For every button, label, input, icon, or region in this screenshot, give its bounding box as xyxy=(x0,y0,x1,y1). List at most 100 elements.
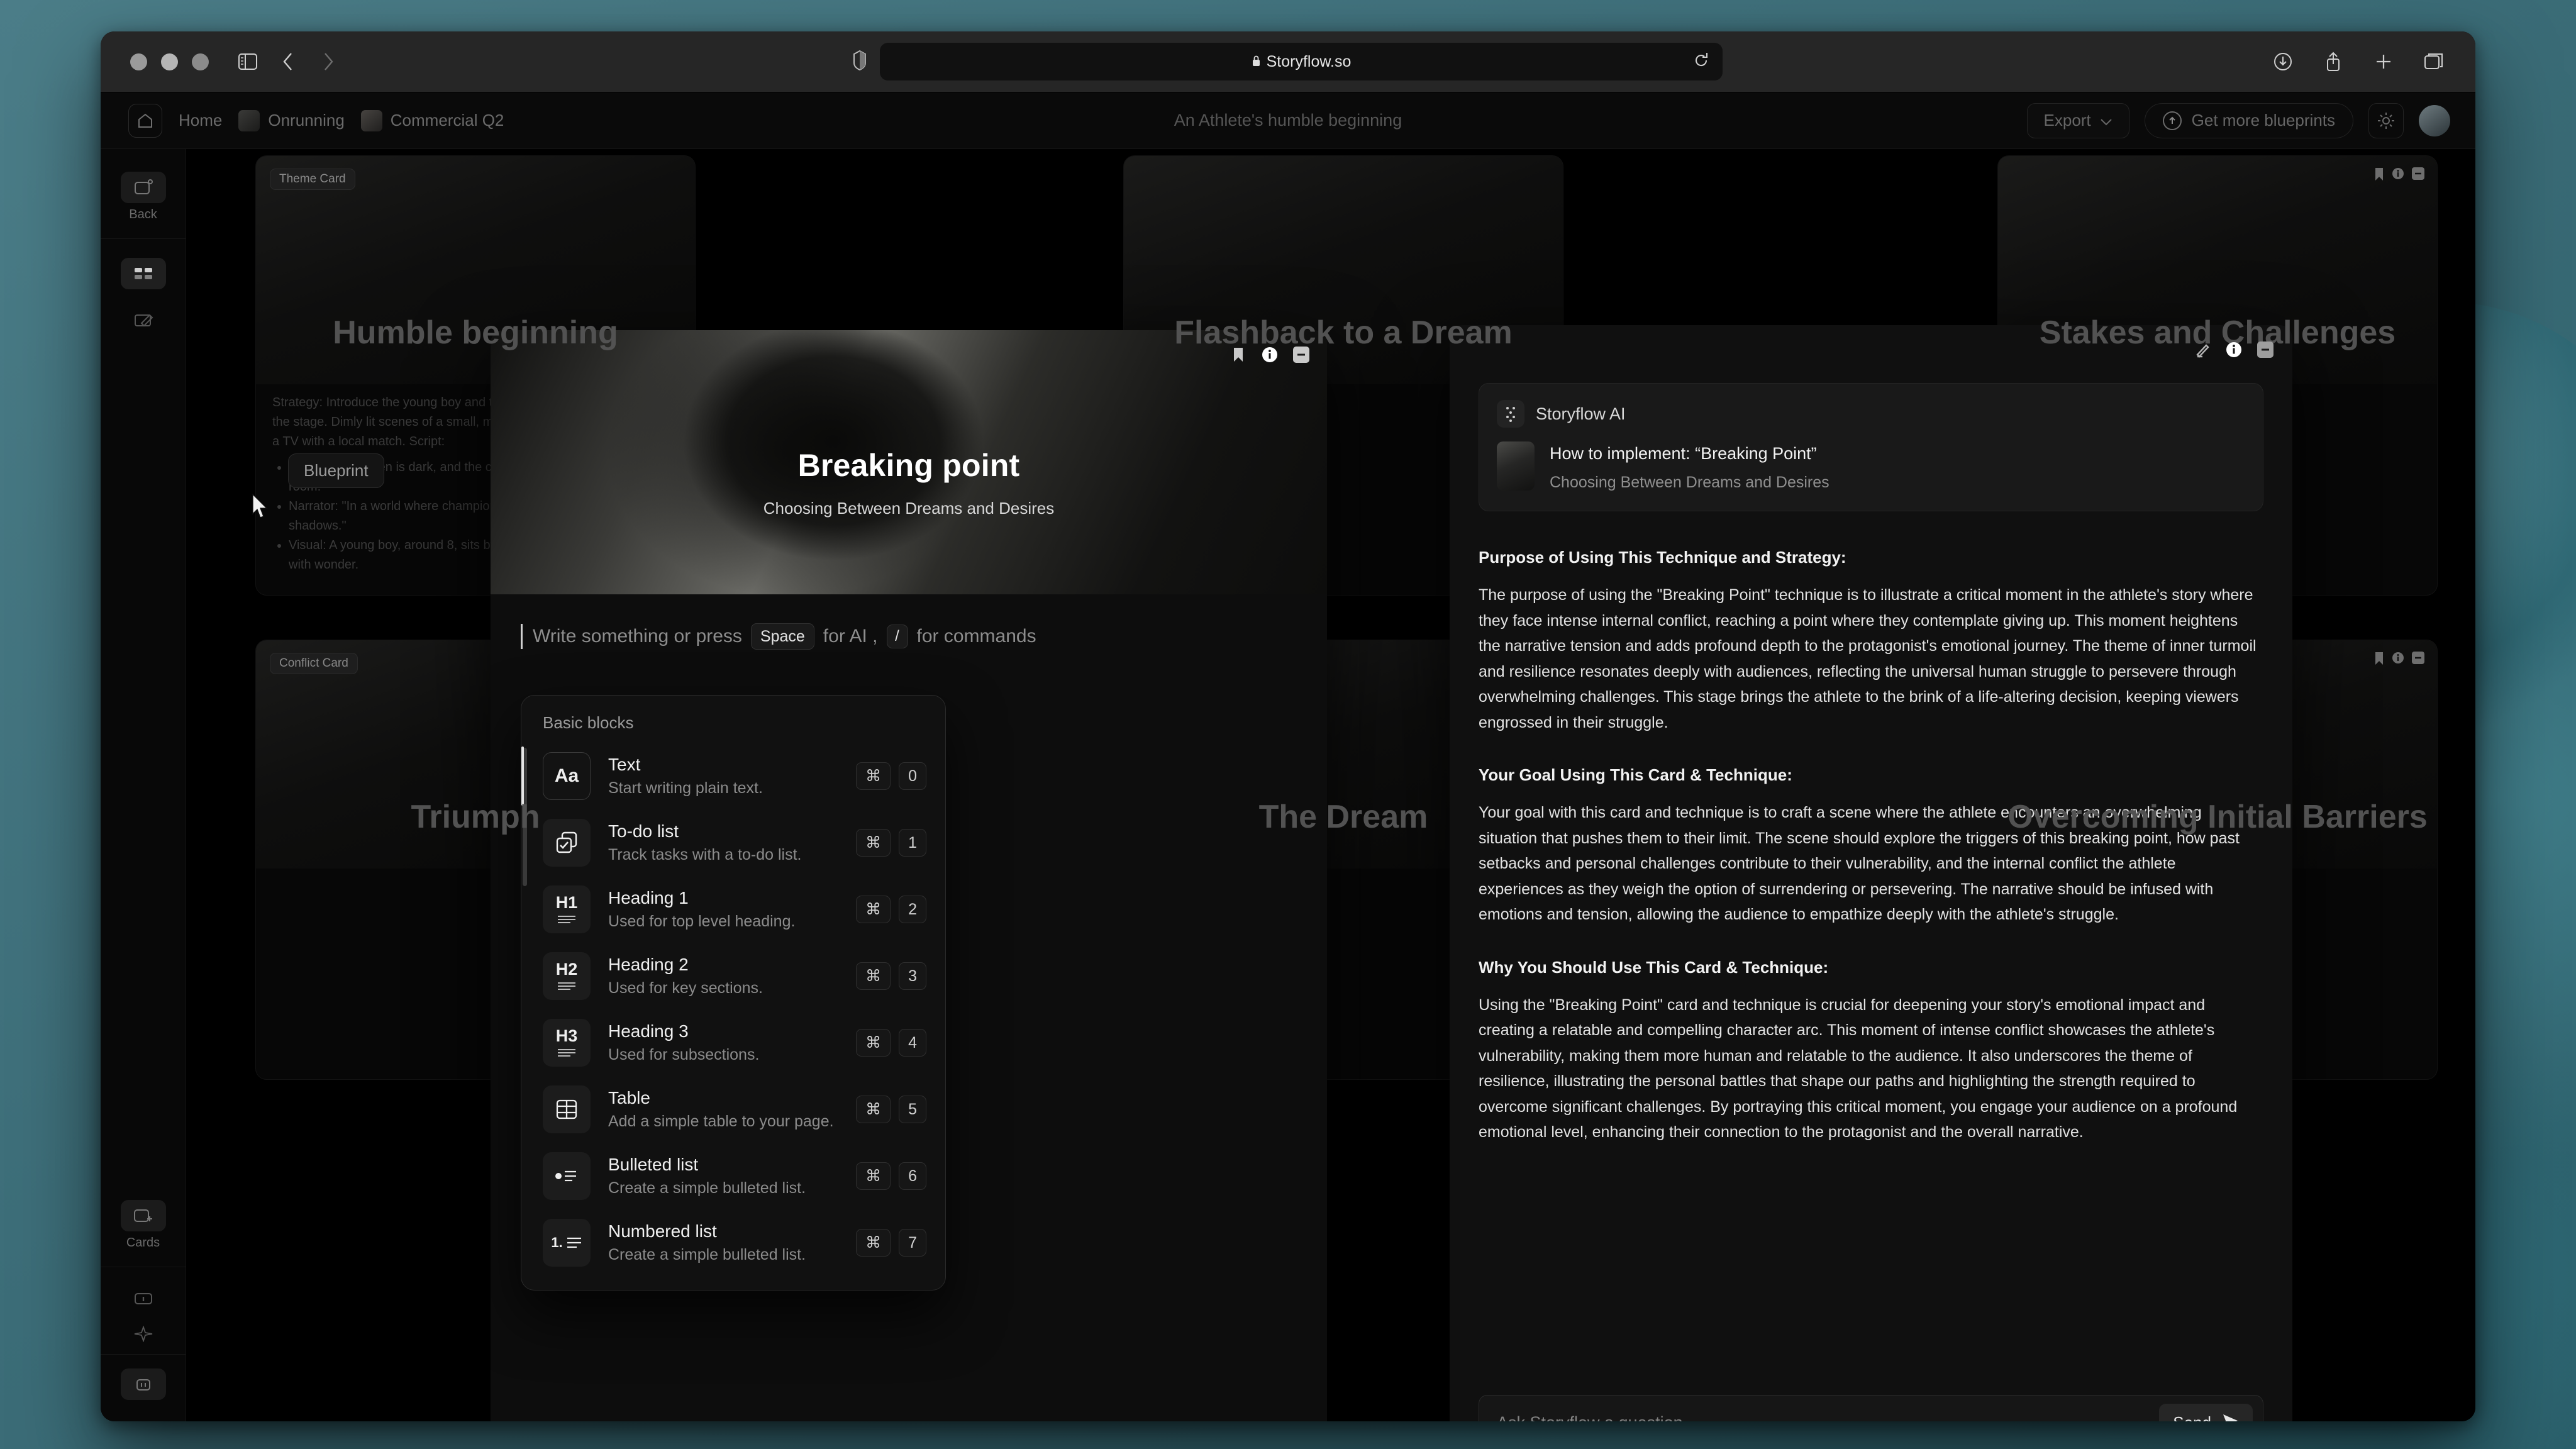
tab-overview-icon[interactable] xyxy=(2420,48,2448,75)
key-cmd: ⌘ xyxy=(856,1096,891,1123)
ai-panel[interactable]: Storyflow AI How to implement: “Breaking… xyxy=(1450,325,2292,1421)
chevron-right-icon[interactable] xyxy=(314,48,342,75)
bookmark-icon[interactable] xyxy=(2374,167,2384,184)
address-bar[interactable]: Storyflow.so xyxy=(880,43,1723,80)
slash-item-desc: Used for subsections. xyxy=(608,1046,760,1063)
app-body: Back Cards Theme Card Humble beginning S… xyxy=(101,149,2475,1421)
send-label: Send xyxy=(2173,1413,2211,1422)
breadcrumb-item-home[interactable]: Home xyxy=(179,111,222,130)
slash-item-bulleted-list[interactable]: Bulleted list Create a simple bulleted l… xyxy=(521,1143,945,1209)
slash-item-shortcut: ⌘ 0 xyxy=(856,762,926,790)
info-icon[interactable] xyxy=(1259,344,1280,365)
plus-icon[interactable] xyxy=(2370,48,2397,75)
canvas-card-title: The Dream xyxy=(1258,799,1428,836)
editor-placeholder[interactable]: Write something or press Space for AI , … xyxy=(521,623,1297,650)
active-card[interactable]: Breaking point Choosing Between Dreams a… xyxy=(491,330,1327,1421)
download-icon[interactable] xyxy=(2269,48,2297,75)
slash-item-table[interactable]: Table Add a simple table to your page. ⌘… xyxy=(521,1076,945,1143)
slash-command-menu[interactable]: Basic blocks Aa Text Start writing plain… xyxy=(521,695,946,1291)
slash-item-desc: Create a simple bulleted list. xyxy=(608,1179,806,1197)
breadcrumb-item-onrunning[interactable]: Onrunning xyxy=(238,109,345,131)
export-button[interactable]: Export xyxy=(2026,103,2129,138)
rail-cards-label: Cards xyxy=(126,1236,160,1250)
sparkle-icon[interactable] xyxy=(121,1316,166,1352)
minimize-window-button[interactable] xyxy=(161,53,178,70)
ai-panel-toolbar[interactable] xyxy=(2192,339,2276,360)
breadcrumb-label: Home xyxy=(179,111,223,130)
ai-brand-label: Storyflow AI xyxy=(1536,404,1626,423)
back-card-icon[interactable] xyxy=(120,172,166,203)
send-button[interactable]: Send xyxy=(2159,1404,2253,1421)
get-more-blueprints-button[interactable]: Get more blueprints xyxy=(2144,103,2353,138)
card-toolbar[interactable] xyxy=(1228,344,1312,365)
table-icon xyxy=(543,1085,591,1133)
canvas-card-toolbar[interactable] xyxy=(2374,652,2424,669)
slash-item-shortcut: ⌘ 2 xyxy=(856,896,926,923)
icon-glyph: Aa xyxy=(554,765,579,786)
key-cmd: ⌘ xyxy=(856,1029,891,1057)
text-caret xyxy=(521,624,523,649)
add-card-button[interactable] xyxy=(120,1200,166,1231)
slash-item-numbered-list[interactable]: 1. Numbered list Create a simple bullete… xyxy=(521,1209,945,1276)
ai-question-thumbnail xyxy=(1497,441,1535,491)
window-controls[interactable] xyxy=(130,53,209,70)
slash-item-shortcut: ⌘ 7 xyxy=(856,1229,926,1257)
home-icon[interactable] xyxy=(128,103,162,138)
info-icon[interactable] xyxy=(2392,652,2404,669)
breadcrumb-thumbnail xyxy=(238,109,260,131)
ai-section-body: Using the "Breaking Point" card and tech… xyxy=(1479,996,2238,1141)
share-icon[interactable] xyxy=(2319,48,2347,75)
breadcrumb-item-commercial-q2[interactable]: Commercial Q2 xyxy=(360,109,504,131)
app-header: Home Onrunning Commercial Q2 An Athlete'… xyxy=(101,92,2475,149)
editor-placeholder-b: for AI , xyxy=(823,626,878,647)
info-icon[interactable] xyxy=(2392,167,2404,184)
key-slash[interactable]: / xyxy=(886,625,908,648)
ai-chat-input-row[interactable]: Ask Storyflow a question... Send xyxy=(1479,1395,2263,1421)
icon-glyph: H1 xyxy=(555,893,578,912)
card-editor[interactable]: Write something or press Space for AI , … xyxy=(491,594,1327,1291)
bookmark-icon[interactable] xyxy=(2374,652,2384,669)
slash-item-heading-2[interactable]: H2 Heading 2 Used for key sections. ⌘ 3 xyxy=(521,943,945,1009)
text-aa-icon: Aa xyxy=(543,752,591,800)
chevron-left-icon[interactable] xyxy=(274,48,302,75)
close-window-button[interactable] xyxy=(130,53,147,70)
slash-item-heading-3[interactable]: H3 Heading 3 Used for subsections. ⌘ 4 xyxy=(521,1009,945,1076)
rail-back-label: Back xyxy=(129,208,157,221)
minimize-icon[interactable] xyxy=(2412,652,2424,669)
slash-item-desc: Start writing plain text. xyxy=(608,779,763,797)
slash-item-desc: Create a simple bulleted list. xyxy=(608,1246,806,1263)
key-cmd: ⌘ xyxy=(856,829,891,857)
sidebar-item-blueprint[interactable] xyxy=(120,258,166,289)
canvas-card-chip: Conflict Card xyxy=(270,653,358,674)
shield-icon[interactable] xyxy=(853,50,866,74)
slash-item-shortcut: ⌘ 6 xyxy=(856,1162,926,1190)
canvas-card-toolbar[interactable] xyxy=(2374,167,2424,184)
maximize-window-button[interactable] xyxy=(192,53,209,70)
key-space[interactable]: Space xyxy=(750,623,814,650)
chevron-down-icon xyxy=(2100,111,2112,130)
breadcrumb-label: Commercial Q2 xyxy=(390,111,504,130)
slash-item-shortcut: ⌘ 4 xyxy=(856,1029,926,1057)
bookmark-icon[interactable] xyxy=(1228,344,1249,365)
url-text: Storyflow.so xyxy=(1266,52,1352,70)
avatar[interactable] xyxy=(2419,104,2450,136)
minimize-icon[interactable] xyxy=(2412,167,2424,184)
lock-icon xyxy=(1252,53,1261,71)
edit-pencil-icon[interactable] xyxy=(2192,339,2213,360)
edit-pencil-icon[interactable] xyxy=(121,303,166,338)
sidebar-toggle-icon[interactable] xyxy=(234,48,262,75)
info-icon[interactable] xyxy=(2223,339,2245,360)
minimize-icon[interactable] xyxy=(1291,344,1312,365)
bulleted-list-icon xyxy=(543,1152,591,1200)
slash-item-title: Bulleted list xyxy=(608,1155,699,1174)
minimize-icon[interactable] xyxy=(2255,339,2276,360)
ai-chat-input[interactable]: Ask Storyflow a question... xyxy=(1497,1413,2159,1422)
export-label: Export xyxy=(2043,111,2091,130)
reload-icon[interactable] xyxy=(1694,52,1709,72)
trash-icon[interactable] xyxy=(120,1368,166,1400)
left-rail: Back Cards xyxy=(101,149,186,1421)
slash-item-desc: Used for top level heading. xyxy=(608,913,796,930)
brightness-icon[interactable] xyxy=(2368,103,2404,138)
slash-item-heading-1[interactable]: H1 Heading 1 Used for top level heading.… xyxy=(521,876,945,943)
info-icon[interactable] xyxy=(121,1281,166,1316)
